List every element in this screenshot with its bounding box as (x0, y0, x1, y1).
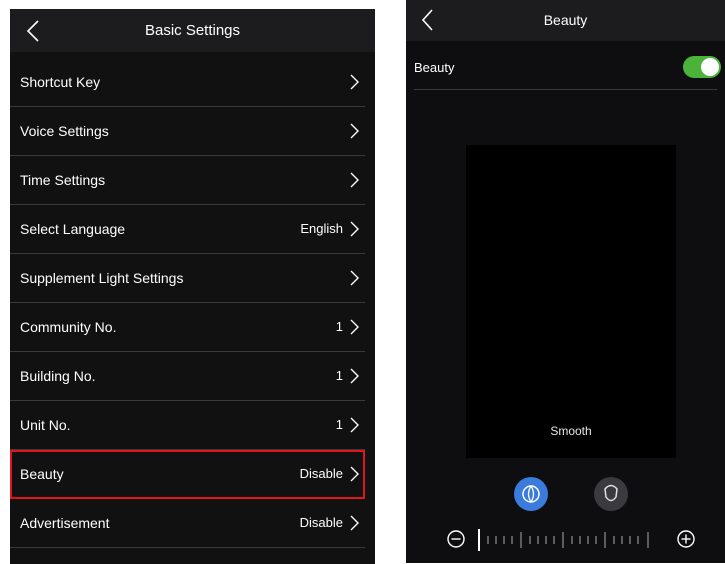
header-bar: Basic Settings (10, 9, 375, 52)
page-title: Beauty (543, 12, 588, 28)
settings-item-value: 1 (335, 319, 343, 334)
beauty-toggle-label: Beauty (414, 60, 455, 75)
settings-item-label: Advertisement (20, 515, 110, 531)
chevron-right-icon (350, 74, 359, 90)
settings-item-value: Disable (299, 466, 343, 481)
settings-item-label: Building No. (20, 368, 96, 384)
beauty-screen: Beauty Beauty Smooth (406, 0, 725, 563)
beauty-toggle-switch[interactable] (683, 56, 721, 78)
settings-item-label: Select Language (20, 221, 126, 237)
preview-caption: Smooth (550, 424, 592, 438)
settings-item-value: Disable (299, 515, 343, 530)
settings-item-supplement-light[interactable]: Supplement Light Settings (10, 254, 365, 303)
slider-track[interactable] (476, 527, 664, 553)
basic-settings-screen: Basic Settings Shortcut Key Voice Settin… (10, 9, 375, 564)
settings-item-unit-no[interactable]: Unit No. 1 (10, 401, 365, 450)
header-bar: Beauty (406, 0, 725, 41)
beauty-level-slider (446, 527, 696, 553)
chevron-right-icon (350, 368, 359, 384)
settings-item-label: Time Settings (20, 172, 106, 188)
chevron-right-icon (350, 466, 359, 482)
settings-item-label: Shortcut Key (20, 74, 101, 90)
settings-item-beauty[interactable]: Beauty Disable (10, 450, 365, 499)
settings-item-label: Beauty (20, 466, 64, 482)
face-shape-button[interactable] (594, 477, 628, 511)
settings-item-shortcut-key[interactable]: Shortcut Key (10, 58, 365, 107)
chevron-right-icon (350, 270, 359, 286)
settings-item-advertisement[interactable]: Advertisement Disable (10, 499, 365, 548)
settings-item-value: 1 (335, 417, 343, 432)
settings-item-label: Community No. (20, 319, 117, 335)
toggle-knob (701, 58, 719, 76)
chevron-right-icon (350, 515, 359, 531)
chevron-right-icon (350, 172, 359, 188)
smooth-mode-icon (522, 485, 540, 503)
smooth-mode-button[interactable] (514, 477, 548, 511)
settings-item-value: 1 (335, 368, 343, 383)
plus-circle-icon[interactable] (676, 529, 696, 549)
settings-item-building-no[interactable]: Building No. 1 (10, 352, 365, 401)
settings-item-label: Supplement Light Settings (20, 270, 184, 286)
chevron-right-icon (350, 417, 359, 433)
settings-list: Shortcut Key Voice Settings Time Setting… (10, 58, 375, 548)
camera-preview: Smooth (466, 145, 676, 458)
settings-item-community-no[interactable]: Community No. 1 (10, 303, 365, 352)
settings-item-label: Voice Settings (20, 123, 109, 139)
minus-circle-icon[interactable] (446, 529, 466, 549)
settings-item-time-settings[interactable]: Time Settings (10, 156, 365, 205)
chevron-right-icon (350, 221, 359, 237)
settings-item-voice-settings[interactable]: Voice Settings (10, 107, 365, 156)
page-title: Basic Settings (144, 22, 241, 39)
settings-item-select-language[interactable]: Select Language English (10, 205, 365, 254)
chevron-right-icon (350, 123, 359, 139)
beauty-toggle-row: Beauty (414, 48, 721, 90)
settings-item-value: English (300, 221, 343, 236)
settings-item-label: Unit No. (20, 417, 71, 433)
face-shape-icon (604, 484, 618, 502)
chevron-right-icon (350, 319, 359, 335)
